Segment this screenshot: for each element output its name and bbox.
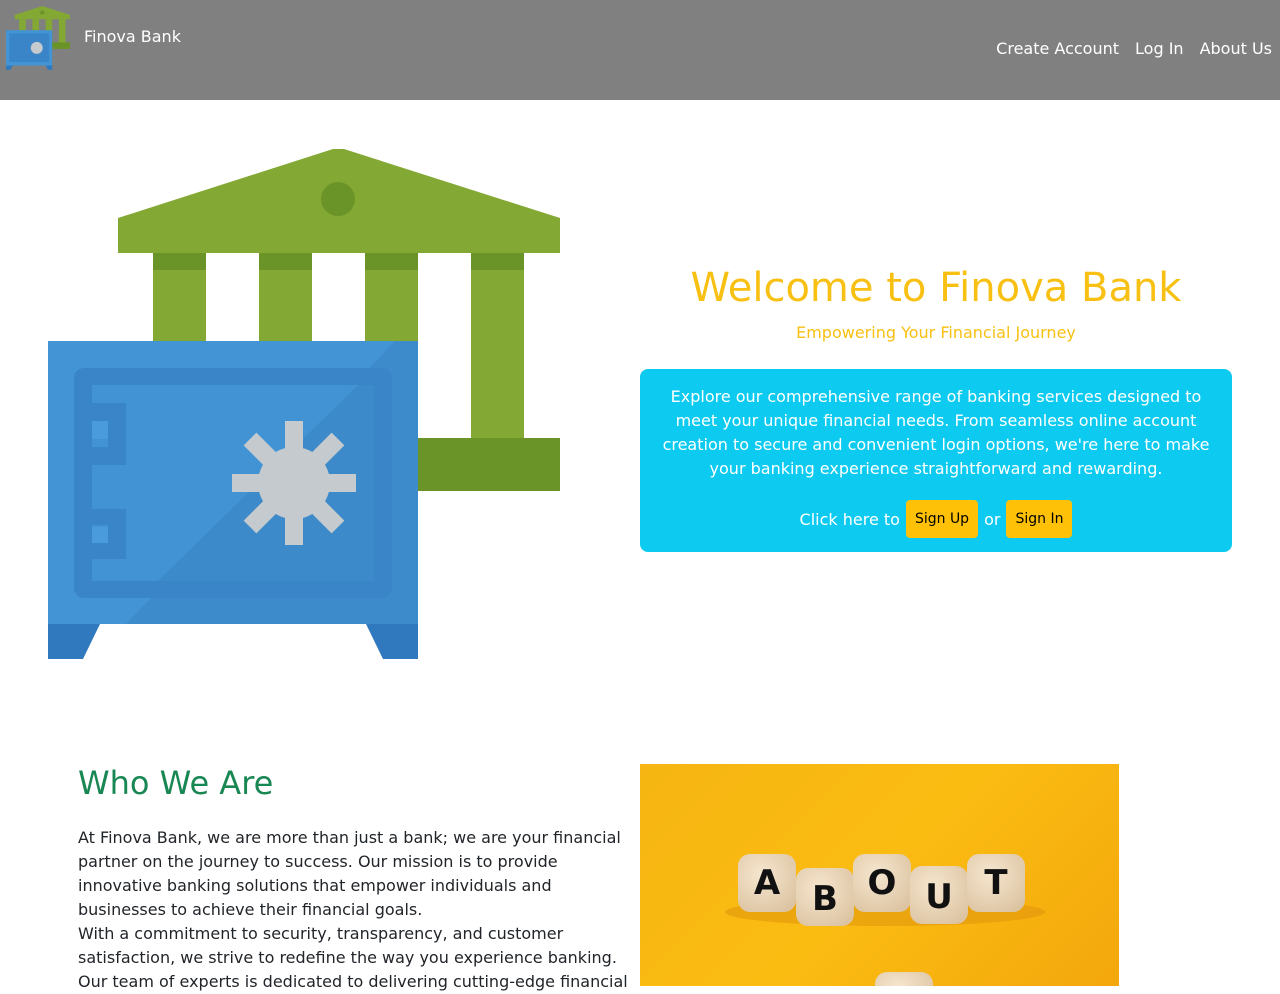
nav-about-us-link[interactable]: About Us [1200, 39, 1272, 59]
letter-blocks-illustration: A B O U T [725, 854, 1045, 986]
letter-t: T [984, 863, 1008, 903]
about-paragraph-2: With a commitment to security, transpare… [78, 924, 628, 991]
letter-b: B [812, 879, 838, 919]
bank-logo-icon[interactable] [6, 6, 70, 70]
about-title: Who We Are [78, 764, 274, 802]
hero-title: Welcome to Finova Bank [690, 265, 1182, 311]
cta-prefix-text: Click here to [799, 509, 900, 529]
cta-row: Click here to Sign Up or Sign In [660, 500, 1212, 538]
bank-safe-illustration [48, 149, 560, 659]
brand-name-link[interactable]: Finova Bank [84, 27, 181, 47]
letter-o: O [868, 863, 897, 903]
navbar: Finova Bank Create Account Log In About … [0, 0, 1280, 100]
about-text: At Finova Bank, we are more than just a … [78, 826, 638, 994]
letter-u: U [925, 877, 953, 917]
hero-info-card: Explore our comprehensive range of banki… [640, 369, 1232, 552]
nav-log-in-link[interactable]: Log In [1135, 39, 1184, 59]
letter-a: A [754, 863, 781, 903]
sign-in-button[interactable]: Sign In [1006, 500, 1073, 538]
hero-description: Explore our comprehensive range of banki… [662, 387, 1210, 478]
cta-or-text: or [984, 509, 1001, 529]
hero-text: Welcome to Finova Bank Empowering Your F… [640, 262, 1232, 344]
hero-subtitle: Empowering Your Financial Journey [796, 323, 1076, 342]
about-paragraph-1: At Finova Bank, we are more than just a … [78, 828, 621, 919]
about-letter-blocks-image: A B O U T [640, 764, 1119, 986]
letter-block [875, 972, 933, 986]
sign-up-button[interactable]: Sign Up [905, 500, 979, 538]
nav-create-account-link[interactable]: Create Account [996, 39, 1119, 59]
nav-links: Create Account Log In About Us [996, 39, 1272, 59]
